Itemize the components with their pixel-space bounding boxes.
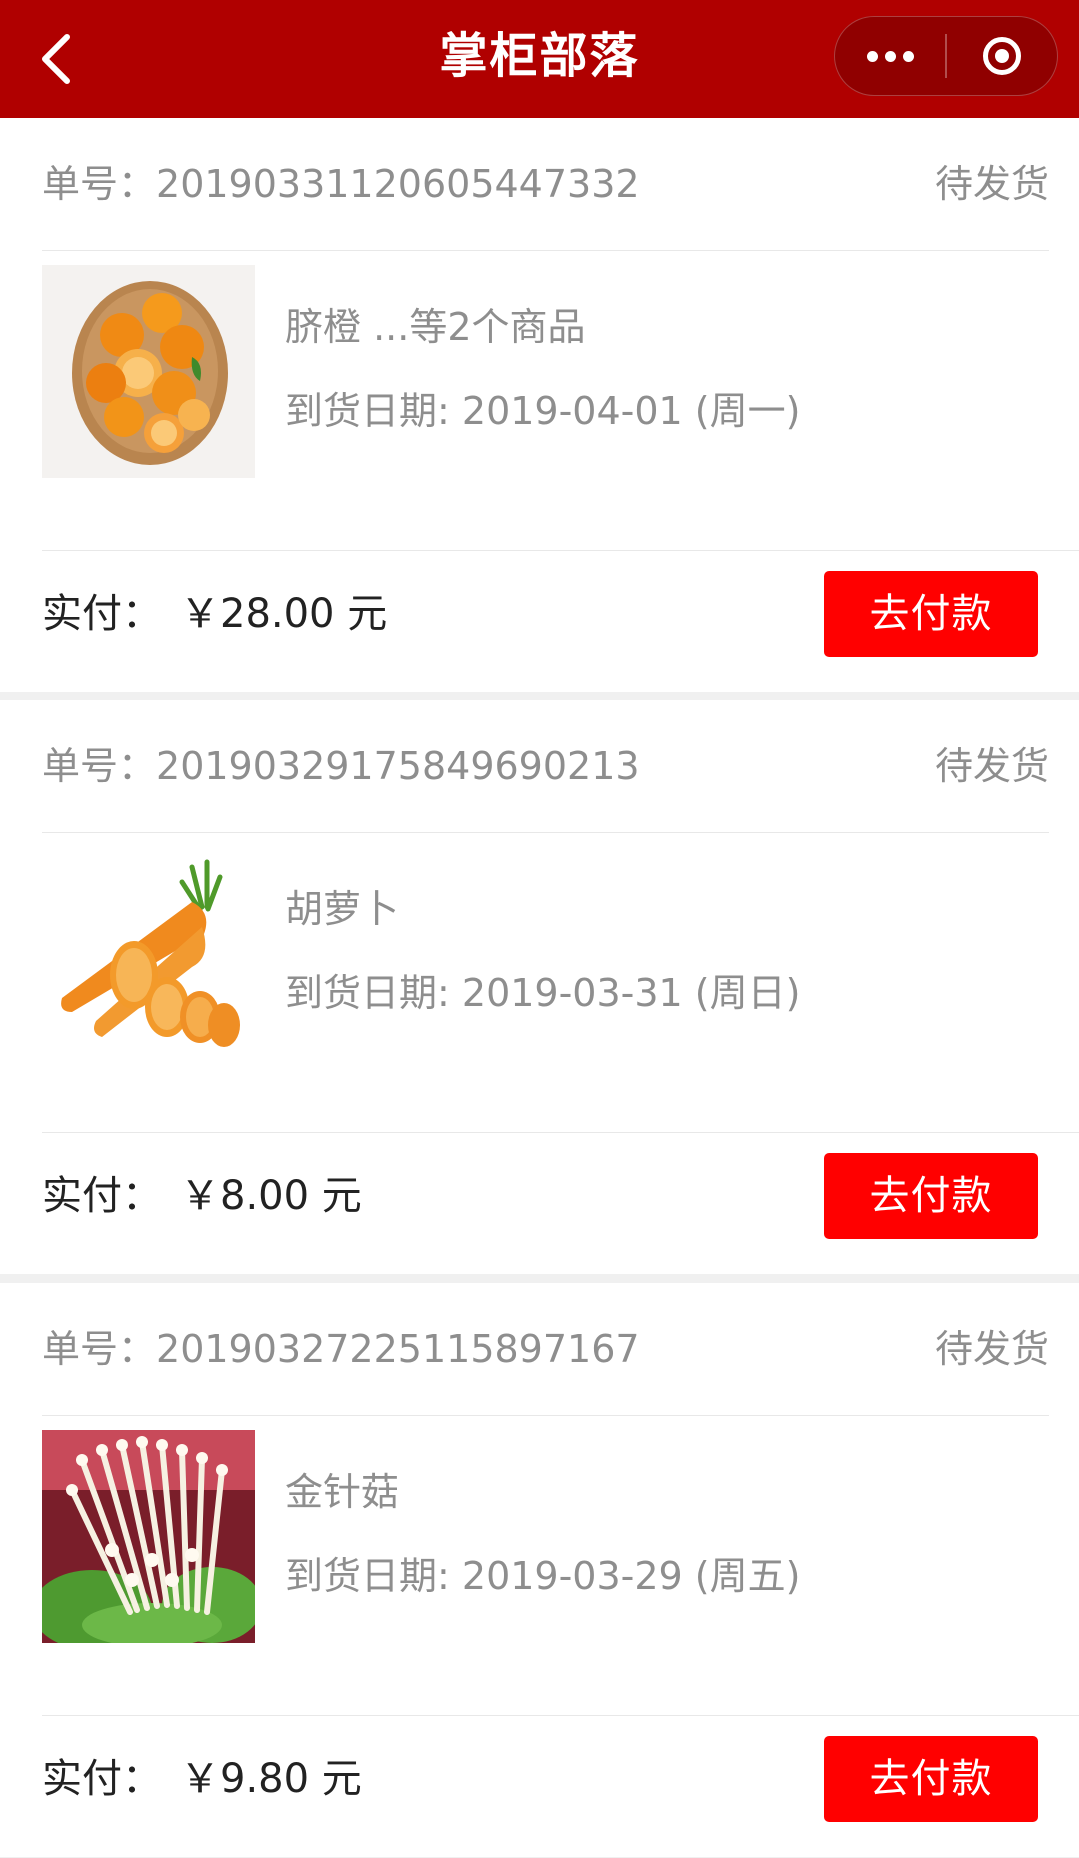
order-status: 待发货 — [934, 162, 1049, 206]
target-circle-icon — [983, 37, 1021, 75]
order-number: 单号：20190327225115897167 — [42, 1327, 640, 1371]
more-dots-icon — [866, 50, 914, 62]
order-card[interactable]: 单号：20190329175849690213 待发货 胡萝卜 到货日期: 20… — [0, 700, 1079, 1274]
order-status: 待发货 — [934, 744, 1049, 788]
product-thumbnail[interactable] — [42, 1430, 255, 1643]
order-header: 单号：20190329175849690213 待发货 — [42, 700, 1049, 833]
paid-amount: 实付： ￥9.80 元 — [42, 1756, 362, 1802]
order-card[interactable]: 单号：20190331120605447332 待发货 脐橙 ...等2个商品 … — [0, 118, 1079, 692]
product-name: 脐橙 ...等2个商品 — [285, 305, 586, 349]
order-header: 单号：20190327225115897167 待发货 — [42, 1283, 1049, 1416]
product-thumbnail[interactable] — [42, 265, 255, 478]
delivery-date: 到货日期: 2019-03-29 (周五) — [285, 1554, 801, 1598]
order-card[interactable]: 单号：20190327225115897167 待发货 金针菇 到货日期: 20… — [0, 1283, 1079, 1857]
delivery-date: 到货日期: 2019-04-01 (周一) — [285, 389, 801, 433]
more-button[interactable] — [835, 17, 945, 95]
order-number: 单号：20190329175849690213 — [42, 744, 640, 788]
delivery-date: 到货日期: 2019-03-31 (周日) — [285, 971, 801, 1015]
paid-amount: 实付： ￥8.00 元 — [42, 1173, 362, 1219]
mini-program-capsule — [834, 16, 1058, 96]
nav-bar: 掌柜部落 — [0, 0, 1079, 118]
order-header: 单号：20190331120605447332 待发货 — [42, 118, 1049, 251]
product-name: 胡萝卜 — [285, 887, 400, 931]
pay-button[interactable]: 去付款 — [824, 1153, 1038, 1239]
close-button[interactable] — [947, 17, 1057, 95]
carrot-image — [42, 847, 255, 1060]
product-name: 金针菇 — [285, 1470, 400, 1514]
pay-button[interactable]: 去付款 — [824, 1736, 1038, 1822]
order-footer: 实付： ￥28.00 元 去付款 — [42, 550, 1079, 693]
order-footer: 实付： ￥9.80 元 去付款 — [42, 1715, 1079, 1858]
order-number: 单号：20190331120605447332 — [42, 162, 640, 206]
order-status: 待发货 — [934, 1327, 1049, 1371]
order-footer: 实付： ￥8.00 元 去付款 — [42, 1132, 1079, 1275]
paid-amount: 实付： ￥28.00 元 — [42, 591, 388, 637]
product-thumbnail[interactable] — [42, 847, 255, 1060]
enoki-mushroom-image — [42, 1430, 255, 1643]
pay-button[interactable]: 去付款 — [824, 571, 1038, 657]
orange-basket-image — [42, 265, 255, 478]
